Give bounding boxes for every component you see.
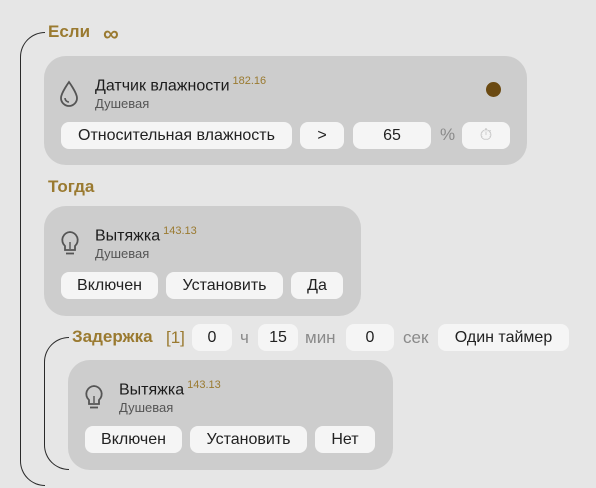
infinity-icon[interactable]: ∞ (103, 21, 119, 47)
lightbulb-icon (61, 231, 79, 255)
then-title: Тогда (48, 177, 95, 196)
operator-select[interactable]: > (300, 122, 344, 149)
if-bracket (20, 32, 45, 486)
hours-unit: ч (240, 328, 249, 347)
delay-room: Душевая (119, 400, 174, 415)
then-device-name: Вытяжка (95, 227, 161, 245)
delay-bracket (44, 337, 69, 470)
condition-device-header: Датчик влажности 182.16 (95, 75, 266, 95)
delay-device-name: Вытяжка (119, 381, 185, 399)
then-action-card: Вытяжка 143.13 Душевая Включен Установить… (44, 206, 361, 316)
if-title: Если (48, 22, 91, 41)
delay-action-card: Вытяжка 143.13 Душевая Включен Установить… (68, 360, 393, 470)
then-value-select[interactable]: Да (291, 272, 343, 299)
unit-label: % (440, 125, 456, 144)
status-indicator (486, 82, 501, 97)
hours-input[interactable]: 0 (192, 324, 232, 351)
condition-room: Душевая (95, 96, 150, 111)
minutes-input[interactable]: 15 (258, 324, 298, 351)
delay-state-select[interactable]: Включен (85, 426, 182, 453)
delay-value-select[interactable]: Нет (315, 426, 375, 453)
delay-title: Задержка (72, 327, 153, 346)
lightbulb-icon (85, 385, 103, 409)
then-state-select[interactable]: Включен (61, 272, 158, 299)
then-verb-select[interactable]: Установить (166, 272, 283, 299)
condition-device-id: 182.16 (232, 75, 267, 87)
minutes-unit: мин (305, 328, 336, 347)
then-room: Душевая (95, 246, 150, 261)
then-device-id: 143.13 (163, 225, 197, 237)
delay-device-header: Вытяжка 143.13 (119, 379, 221, 399)
property-select[interactable]: Относительная влажность (61, 122, 292, 149)
seconds-input[interactable]: 0 (346, 324, 394, 351)
threshold-input[interactable]: 65 (353, 122, 431, 149)
delay-index: [1] (166, 328, 185, 347)
timer-button[interactable]: ⏱ (462, 122, 510, 149)
delay-verb-select[interactable]: Установить (190, 426, 307, 453)
timer-mode-select[interactable]: Один таймер (438, 324, 569, 351)
then-device-header: Вытяжка 143.13 (95, 225, 197, 245)
water-drop-icon (60, 80, 78, 107)
condition-device-name: Датчик влажности (95, 77, 230, 95)
delay-device-id: 143.13 (187, 379, 221, 391)
condition-card: Датчик влажности 182.16 Душевая Относител… (44, 56, 527, 165)
seconds-unit: сек (403, 328, 429, 347)
stopwatch-icon: ⏱ (479, 127, 493, 144)
